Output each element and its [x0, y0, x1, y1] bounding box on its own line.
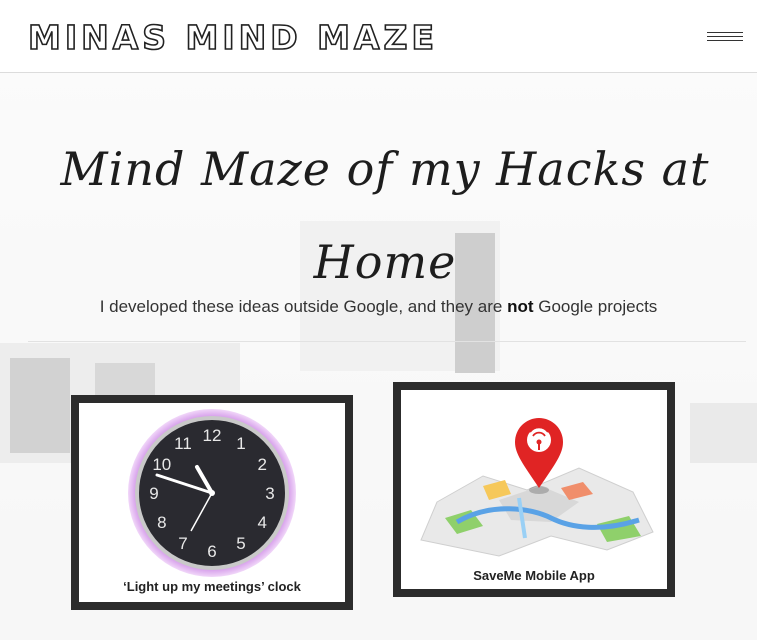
hero-section: Mind Maze of my Hacks at Home I develope…: [0, 73, 757, 640]
site-logo[interactable]: MINAS MIND MAZE: [27, 17, 438, 58]
project-caption[interactable]: ‘Light up my meetings’ clock: [79, 579, 345, 594]
clock-numeral: 12: [203, 426, 222, 445]
clock-numeral: 8: [157, 513, 166, 532]
divider: [28, 341, 746, 342]
clock-numeral: 9: [149, 484, 158, 503]
project-card-clock[interactable]: 12 1 2 3 4 5 6 7 8 9 10 11 ‘Light up my meetings’ c…: [71, 395, 353, 610]
clock-numeral: 5: [236, 534, 245, 553]
page-subtitle: I developed these ideas outside Google, …: [0, 297, 757, 317]
clock-numeral: 6: [207, 542, 216, 561]
clock-numeral: 1: [236, 434, 245, 453]
clock-numeral: 3: [265, 484, 274, 503]
subtitle-text-end: Google projects: [533, 297, 658, 316]
top-navigation-bar: MINAS MIND MAZE: [0, 0, 757, 73]
clock-numeral: 4: [257, 513, 266, 532]
clock-numeral: 2: [257, 455, 266, 474]
map-pin-icon: [420, 418, 654, 557]
clock-numeral: 7: [178, 534, 187, 553]
page-title: Mind Maze of my Hacks at Home: [60, 142, 710, 289]
subtitle-text: I developed these ideas outside Google, …: [99, 297, 508, 316]
clock-numeral: 11: [174, 434, 192, 453]
project-card-saveme[interactable]: SaveMe Mobile App: [393, 382, 675, 597]
clock-numeral: 10: [152, 455, 171, 474]
project-card-image: 12 1 2 3 4 5 6 7 8 9 10 11 ‘Light up my meetings’ c…: [79, 403, 345, 602]
clock-icon: 12 12 3 45 6 78 9 1011: [128, 409, 296, 577]
project-caption[interactable]: SaveMe Mobile App: [401, 568, 667, 583]
project-card-image: SaveMe Mobile App: [401, 390, 667, 589]
hamburger-menu-icon[interactable]: [707, 30, 743, 44]
subtitle-emphasis: not: [507, 297, 534, 316]
